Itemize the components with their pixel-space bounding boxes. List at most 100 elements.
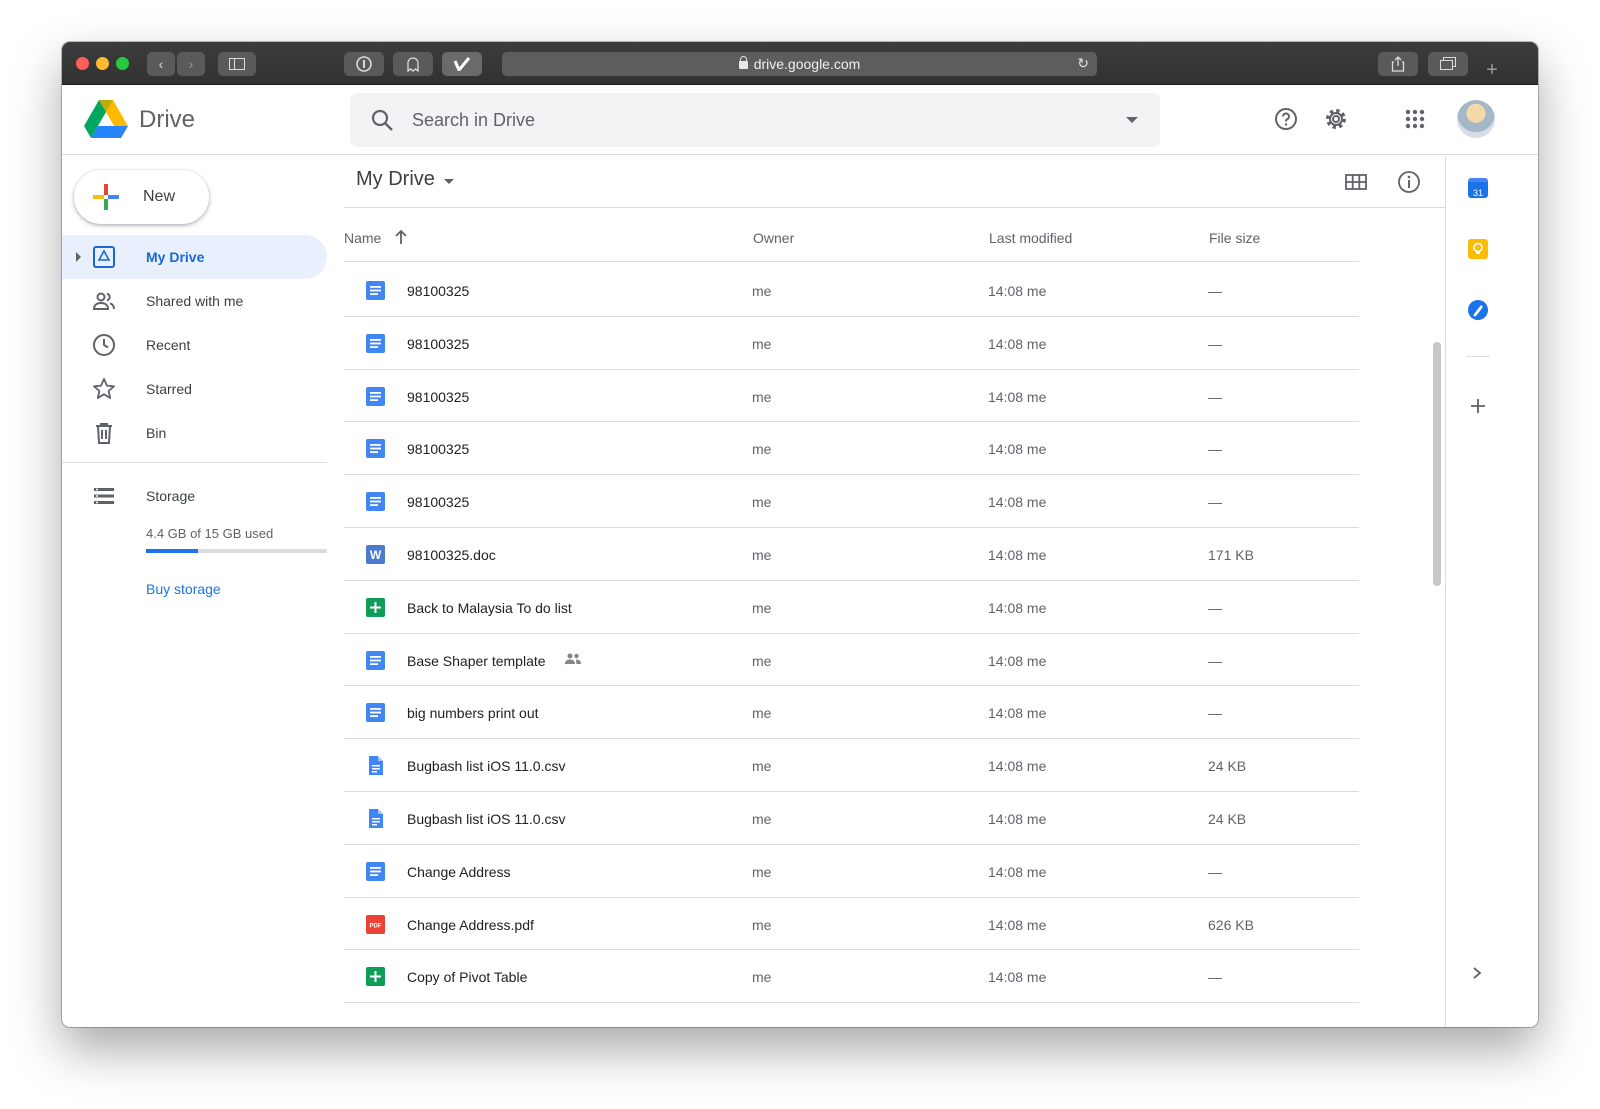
file-name[interactable]: 98100325 — [407, 283, 469, 299]
sidebar-icon — [229, 58, 245, 70]
file-last-modified: 14:08 me — [988, 758, 1047, 775]
file-last-modified: 14:08 me — [988, 916, 1047, 933]
file-row[interactable]: 98100325 me 14:08 me — — [344, 370, 1359, 423]
new-tab-button[interactable]: + — [1480, 58, 1504, 82]
file-name[interactable]: Copy of Pivot Table — [407, 969, 527, 985]
extension-vimeo-button[interactable] — [442, 52, 482, 76]
settings-button[interactable] — [1322, 105, 1350, 133]
file-row[interactable]: 98100325 me 14:08 me — — [344, 475, 1359, 528]
sidebar-item-recent[interactable]: Recent — [62, 323, 327, 367]
column-name-header[interactable]: Name — [344, 230, 381, 246]
address-bar[interactable]: drive.google.com ↻ — [502, 52, 1097, 76]
apps-grid-icon — [1405, 109, 1425, 129]
sort-arrow-up-icon[interactable] — [394, 229, 408, 245]
file-list: 98100325 me 14:08 me —98100325 me 14:08 me —98… — [344, 264, 1359, 1027]
sidebar-toggle-button[interactable] — [218, 52, 256, 76]
back-button[interactable]: ‹ — [147, 52, 175, 76]
vimeo-icon — [454, 57, 470, 71]
file-row[interactable]: Bugbash list iOS 11.0.csv me 14:08 me 24 KB — [344, 739, 1359, 792]
add-addon-icon[interactable] — [1468, 396, 1488, 416]
zoom-window-button[interactable] — [116, 57, 129, 70]
tasks-icon[interactable] — [1468, 300, 1488, 320]
file-row[interactable]: Change Address me 14:08 me — — [344, 845, 1359, 898]
column-owner-header[interactable]: Owner — [753, 230, 794, 246]
file-size: — — [1208, 863, 1222, 880]
share-icon — [1391, 56, 1405, 72]
grid-view-icon[interactable] — [1344, 170, 1368, 194]
file-row[interactable]: Back to Malaysia To do list me 14:08 me — — [344, 581, 1359, 634]
file-name[interactable]: 98100325 — [407, 389, 469, 405]
search-bar[interactable]: Search in Drive — [350, 93, 1160, 147]
file-size: — — [1208, 494, 1222, 511]
sidebar-item-storage[interactable]: Storage — [62, 474, 327, 518]
settings-icon — [1326, 109, 1346, 129]
file-size: — — [1208, 283, 1222, 299]
file-owner: me — [752, 652, 772, 669]
file-row[interactable]: 98100325 me 14:08 me — — [344, 422, 1359, 476]
file-row[interactable]: PDF Change Address.pdf me 14:08 me 626 KB — [344, 898, 1359, 951]
help-button[interactable] — [1272, 105, 1300, 133]
tabs-overview-button[interactable] — [1428, 52, 1468, 76]
file-row[interactable]: Copy of Pivot Table me 14:08 me — — [344, 950, 1359, 1004]
extension-1password-button[interactable] — [344, 52, 384, 76]
calendar-icon[interactable]: 31 — [1468, 178, 1488, 198]
file-last-modified: 14:08 me — [988, 283, 1047, 299]
reload-icon[interactable]: ↻ — [1077, 55, 1089, 72]
account-avatar[interactable] — [1457, 100, 1495, 138]
text-file-icon — [366, 808, 385, 828]
file-row[interactable]: W 98100325.doc me 14:08 me 171 KB — [344, 528, 1359, 581]
document-icon — [366, 703, 385, 723]
search-options-icon[interactable] — [1126, 117, 1138, 123]
sidebar-item-shared-with-me[interactable]: Shared with me — [62, 279, 327, 323]
my-drive-icon — [93, 246, 115, 268]
file-name[interactable]: 98100325 — [407, 441, 469, 457]
apps-button[interactable] — [1401, 105, 1429, 133]
expand-panel-icon[interactable] — [1470, 965, 1484, 981]
file-row[interactable]: big numbers print out me 14:08 me — — [344, 686, 1359, 740]
file-name[interactable]: big numbers print out — [407, 705, 539, 721]
column-size-header[interactable]: File size — [1209, 230, 1260, 246]
file-name[interactable]: Change Address.pdf — [407, 917, 534, 933]
forward-button[interactable]: › — [177, 52, 205, 76]
file-name[interactable]: 98100325.doc — [407, 547, 496, 563]
new-button[interactable]: New — [74, 170, 209, 224]
scrollbar-thumb[interactable] — [1433, 342, 1441, 586]
file-name[interactable]: Change Address — [407, 864, 511, 880]
expand-arrow-icon[interactable] — [76, 252, 81, 262]
chevron-down-icon[interactable] — [444, 179, 454, 184]
sidebar-item-my-drive[interactable]: My Drive — [62, 235, 327, 279]
file-name[interactable]: 98100325 — [407, 494, 469, 510]
file-name[interactable]: Back to Malaysia To do list — [407, 600, 572, 616]
share-button[interactable] — [1378, 52, 1418, 76]
search-icon[interactable] — [370, 108, 394, 132]
minimize-window-button[interactable] — [96, 57, 109, 70]
file-row[interactable]: Base Shaper template me 14:08 me — — [344, 634, 1359, 687]
storage-used-text: 4.4 GB of 15 GB used — [146, 526, 274, 541]
info-icon[interactable] — [1397, 170, 1421, 194]
file-name[interactable]: Base Shaper template — [407, 653, 546, 669]
document-icon — [366, 439, 385, 459]
column-modified-header[interactable]: Last modified — [989, 230, 1072, 246]
file-name[interactable]: 98100325 — [407, 336, 469, 352]
sidebar-item-bin[interactable]: Bin — [62, 411, 327, 455]
file-owner: me — [752, 388, 772, 405]
file-name[interactable]: Bugbash list iOS 11.0.csv — [407, 758, 565, 774]
text-file-icon — [366, 756, 385, 776]
file-row[interactable]: 98100325 me 14:08 me — — [344, 264, 1359, 317]
search-input[interactable]: Search in Drive — [412, 110, 535, 131]
buy-storage-link[interactable]: Buy storage — [146, 581, 221, 597]
drive-logo-icon[interactable] — [84, 100, 128, 140]
file-owner: me — [752, 969, 772, 986]
sidebar-item-starred[interactable]: Starred — [62, 367, 327, 411]
keep-icon[interactable] — [1468, 239, 1488, 259]
file-last-modified: 14:08 me — [988, 863, 1047, 880]
file-row[interactable]: Bugbash list iOS 11.0.csv me 14:08 me 24 KB — [344, 792, 1359, 845]
close-window-button[interactable] — [76, 57, 89, 70]
file-size: — — [1208, 388, 1222, 405]
page-title[interactable]: My Drive — [356, 168, 435, 191]
file-name[interactable]: Bugbash list iOS 11.0.csv — [407, 811, 565, 827]
file-row[interactable]: 98100325 me 14:08 me — — [344, 317, 1359, 370]
star-icon — [93, 378, 115, 399]
extension-ghostery-button[interactable] — [393, 52, 433, 76]
file-last-modified: 14:08 me — [988, 969, 1047, 986]
